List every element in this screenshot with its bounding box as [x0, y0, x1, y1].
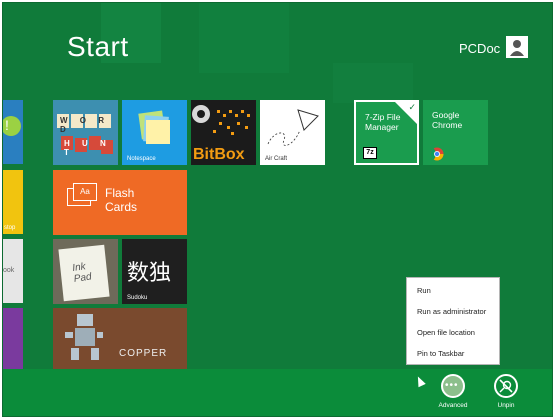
- sudoku-label: Sudoku: [127, 295, 148, 301]
- menu-item-run[interactable]: Run: [407, 284, 499, 305]
- tile-notespace[interactable]: Notespace: [122, 100, 187, 165]
- notespace-label: Notespace: [127, 156, 156, 162]
- unpin-label: Unpin: [497, 402, 515, 409]
- background-patch: [199, 3, 289, 73]
- word-hunt-letters-1: W O R D: [60, 116, 109, 134]
- sudoku-glyphs: 数独: [127, 261, 172, 286]
- advanced-button[interactable]: ••• Advanced: [431, 374, 475, 409]
- tile-bitbox[interactable]: BitBox: [191, 100, 256, 165]
- advanced-label: Advanced: [438, 402, 468, 409]
- copper-label: COPPER: [119, 348, 168, 359]
- robot-icon: [65, 314, 103, 360]
- tile-google-chrome[interactable]: Google Chrome: [423, 100, 488, 165]
- tile-copper[interactable]: COPPER: [53, 308, 187, 371]
- tile-flash-cards[interactable]: Aa Flash Cards: [53, 170, 187, 235]
- unpin-icon: [494, 374, 518, 398]
- user-name[interactable]: PCDoc: [459, 41, 500, 56]
- selected-check-icon: ✓: [395, 102, 417, 124]
- book-label: ook: [3, 267, 15, 274]
- unpin-button[interactable]: Unpin: [484, 374, 528, 409]
- partial-tile-purple[interactable]: [3, 308, 23, 372]
- flash-cards-icon: Aa: [73, 183, 97, 201]
- background-patch: [333, 63, 413, 103]
- chrome-icon: [430, 147, 444, 161]
- svg-text:!: !: [5, 117, 9, 133]
- advanced-icon: •••: [441, 374, 465, 398]
- chrome-name: Google Chrome: [432, 110, 463, 130]
- 7zip-icon: 7z: [363, 147, 377, 159]
- bitbox-label: BitBox: [193, 146, 245, 163]
- menu-item-open-file-location[interactable]: Open file location: [407, 326, 499, 347]
- page-title: Start: [67, 31, 129, 62]
- ink-pad-text: Ink Pad: [71, 261, 93, 285]
- stop-label: stop: [4, 225, 16, 231]
- partial-tile-game[interactable]: !: [3, 100, 23, 164]
- tile-aircraft[interactable]: Air Craft: [260, 100, 325, 165]
- tile-ink-pad[interactable]: Ink Pad: [53, 239, 118, 304]
- tile-sudoku[interactable]: 数独 Sudoku: [122, 239, 187, 304]
- context-menu: Run Run as administrator Open file locat…: [406, 277, 500, 365]
- aircraft-label: Air Craft: [265, 156, 288, 162]
- menu-item-pin-to-taskbar[interactable]: Pin to Taskbar: [407, 347, 499, 368]
- menu-item-run-as-admin[interactable]: Run as administrator: [407, 305, 499, 326]
- partial-tile-book[interactable]: ook: [3, 239, 23, 303]
- app-bar: ••• Advanced Unpin: [3, 369, 552, 416]
- tile-word-hunt[interactable]: W O R D H U N T: [53, 100, 118, 165]
- partial-tile-stop[interactable]: stop: [3, 170, 23, 234]
- word-hunt-letters-2: H U N T: [64, 139, 111, 157]
- user-avatar-icon[interactable]: [506, 36, 528, 58]
- flash-cards-label: Flash Cards: [105, 186, 138, 214]
- tile-7zip[interactable]: 7-Zip File Manager ✓ 7z: [354, 100, 419, 165]
- start-screen: Start PCDoc ! stop ook W O R D H U N T N…: [2, 2, 553, 417]
